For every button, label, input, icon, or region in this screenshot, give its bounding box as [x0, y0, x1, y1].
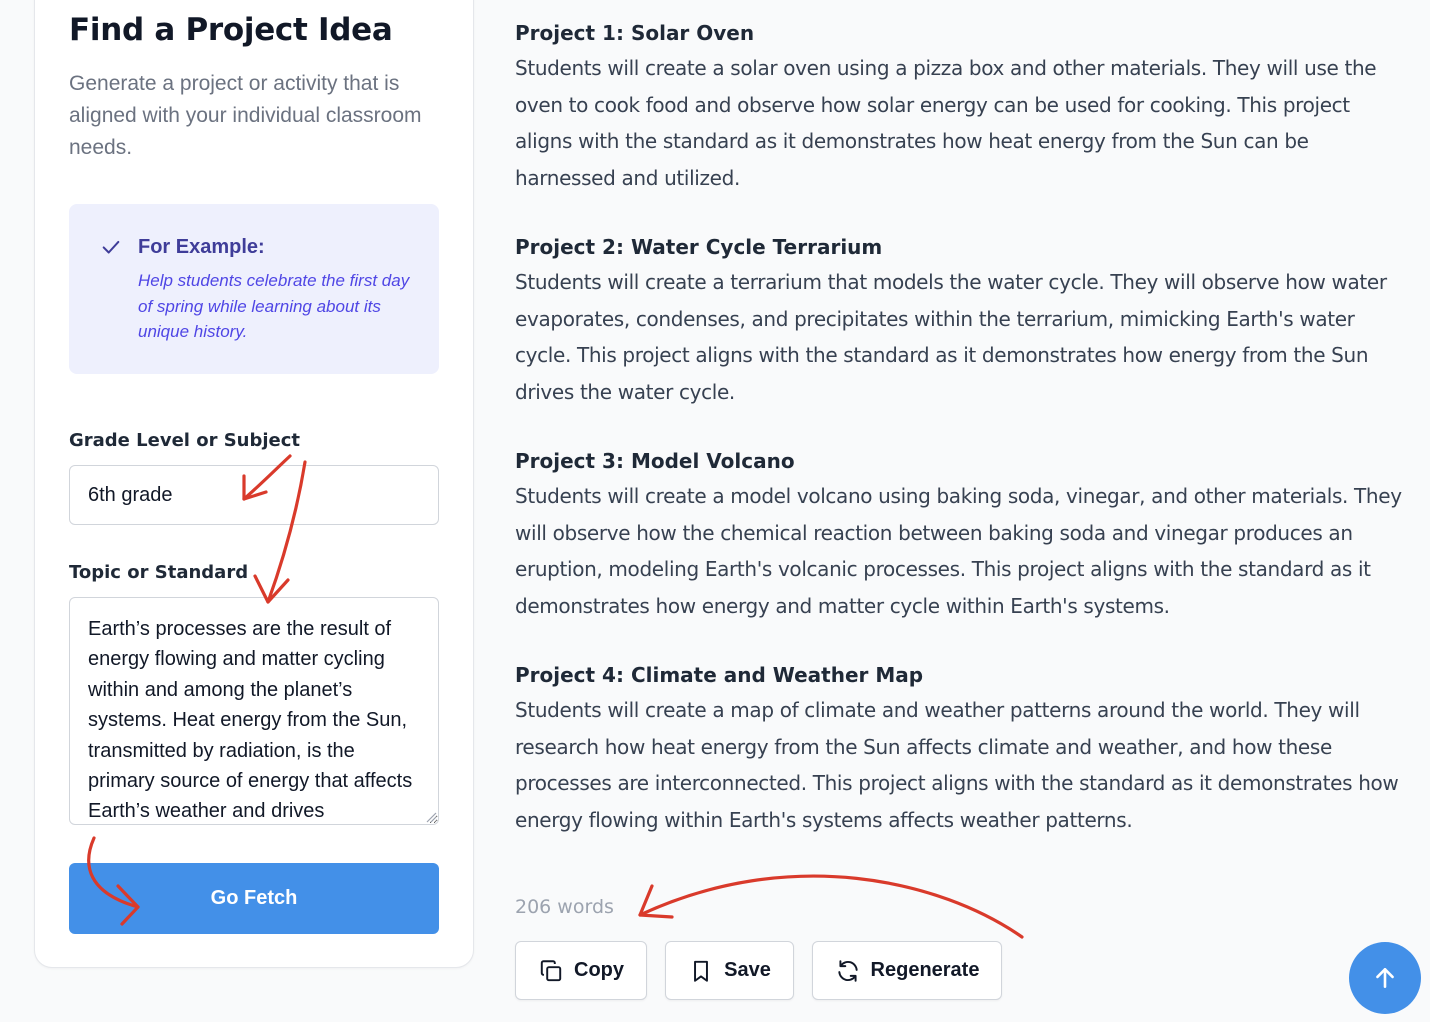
example-text: Help students celebrate the first day of… [138, 271, 410, 341]
grade-level-label: Grade Level or Subject [69, 430, 301, 451]
annotation-arrow-wordcount [638, 874, 1024, 939]
check-icon [102, 240, 120, 254]
page-title: Find a Project Idea [69, 12, 393, 48]
project-description: Students will create a solar oven using … [515, 56, 1377, 190]
topic-standard-label: Topic or Standard [69, 562, 249, 583]
project-title: Project 4: Climate and Weather Map [515, 663, 924, 687]
resize-handle-icon[interactable] [425, 811, 437, 823]
save-button[interactable]: Save [665, 941, 794, 1000]
topic-standard-textarea[interactable]: Earth’s processes are the result of ener… [69, 597, 439, 825]
project-item: Project 1: Solar Oven Students will crea… [515, 18, 1405, 196]
copy-label: Copy [574, 959, 624, 981]
page-subtitle: Generate a project or activity that is a… [69, 72, 422, 159]
project-title: Project 1: Solar Oven [515, 21, 755, 45]
go-fetch-button[interactable]: Go Fetch [69, 863, 439, 934]
project-title: Project 2: Water Cycle Terrarium [515, 235, 883, 259]
example-title: For Example: [138, 236, 265, 258]
copy-button[interactable]: Copy [515, 941, 647, 1000]
results-panel: Project 1: Solar Oven Students will crea… [515, 18, 1405, 874]
project-description: Students will create a terrarium that mo… [515, 270, 1387, 404]
scroll-to-top-button[interactable] [1349, 942, 1421, 1014]
word-count: 206 words [515, 896, 614, 918]
bookmark-icon [694, 960, 709, 982]
annotation-arrowhead-wordcount [638, 884, 674, 919]
regenerate-button[interactable]: Regenerate [812, 941, 1002, 1000]
refresh-icon [837, 959, 858, 982]
regenerate-label: Regenerate [870, 959, 980, 981]
project-item: Project 3: Model Volcano Students will c… [515, 446, 1405, 624]
project-title: Project 3: Model Volcano [515, 449, 795, 473]
save-label: Save [724, 959, 771, 981]
project-description: Students will create a model volcano usi… [515, 484, 1402, 618]
project-description: Students will create a map of climate an… [515, 698, 1399, 832]
arrow-up-icon [1376, 968, 1394, 988]
project-item: Project 2: Water Cycle Terrarium Student… [515, 232, 1405, 410]
copy-icon [540, 959, 562, 981]
grade-level-input[interactable] [69, 465, 439, 525]
project-item: Project 4: Climate and Weather Map Stude… [515, 660, 1405, 838]
